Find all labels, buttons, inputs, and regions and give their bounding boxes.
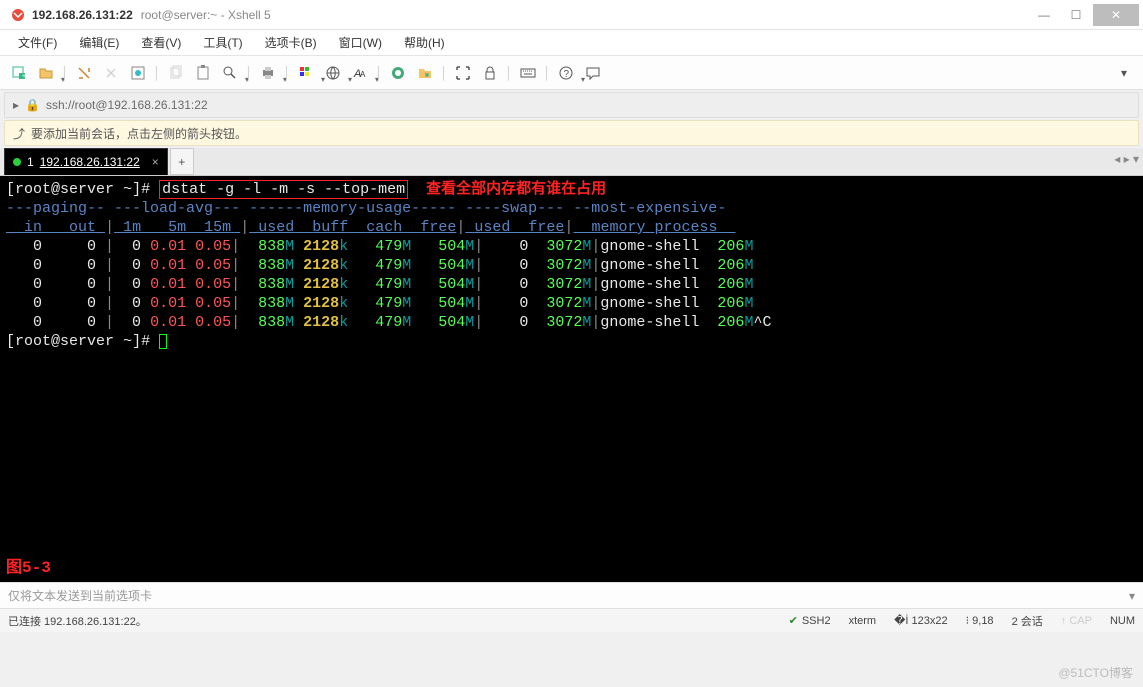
svg-text:?: ? xyxy=(564,69,570,80)
color-scheme-icon[interactable] xyxy=(293,60,319,86)
status-pos: ⁝ 9,18 xyxy=(966,614,994,627)
separator: │ xyxy=(439,60,449,86)
separator: │ xyxy=(542,60,552,86)
menu-window[interactable]: 窗口(W) xyxy=(329,30,392,55)
terminal[interactable]: [root@server ~]# dstat -g -l -m -s --top… xyxy=(0,176,1143,582)
input-dropdown-icon[interactable]: ▾ xyxy=(1129,589,1135,603)
tab-index: 1 xyxy=(27,155,34,169)
status-dot-icon xyxy=(13,158,21,166)
data-row: 0 0 | 0 0.01 0.05| 838M 2128k 479M 504M|… xyxy=(6,276,753,293)
tab-bar: 1 192.168.26.131:22 × + ◂ ▸ ▾ xyxy=(0,148,1143,176)
menu-tools[interactable]: 工具(T) xyxy=(193,30,252,55)
lock-icon: 🔒 xyxy=(25,98,40,112)
address-bar[interactable]: ▸ 🔒 ssh://root@192.168.26.131:22 xyxy=(4,92,1139,118)
menu-edit[interactable]: 编辑(E) xyxy=(69,30,129,55)
close-button[interactable]: ✕ xyxy=(1093,4,1139,26)
separator: │ xyxy=(282,60,292,86)
status-size: �İ 123x22 xyxy=(894,614,948,627)
status-connected: 已连接 192.168.26.131:22。 xyxy=(8,613,147,629)
prompt-line-2: [root@server ~]# xyxy=(6,333,167,350)
font-icon[interactable]: AA xyxy=(347,60,373,86)
minimize-button[interactable]: — xyxy=(1029,4,1059,26)
input-bar[interactable]: 仅将文本发送到当前选项卡 ▾ xyxy=(0,582,1143,608)
xagent-icon[interactable] xyxy=(385,60,411,86)
menu-file[interactable]: 文件(F) xyxy=(8,30,67,55)
xftp-icon[interactable] xyxy=(412,60,438,86)
copy-icon[interactable] xyxy=(163,60,189,86)
figure-label: 图5-3 xyxy=(6,559,51,578)
header-cols: in out | 1m 5m 15m | used buff cach free… xyxy=(6,219,736,236)
tab-label: 192.168.26.131:22 xyxy=(40,155,140,169)
watermark: @51CTO博客 xyxy=(1058,664,1133,681)
status-sessions: 2 会话 xyxy=(1012,613,1043,629)
separator: │ xyxy=(60,60,70,86)
menu-help[interactable]: 帮助(H) xyxy=(394,30,455,55)
status-term: xterm xyxy=(849,615,877,627)
addr-arrow-icon[interactable]: ▸ xyxy=(13,98,19,112)
data-row: 0 0 | 0 0.01 0.05| 838M 2128k 479M 504M|… xyxy=(6,295,753,312)
lock-icon[interactable] xyxy=(477,60,503,86)
open-session-icon[interactable] xyxy=(33,60,59,86)
paste-icon[interactable] xyxy=(190,60,216,86)
disconnect-icon[interactable] xyxy=(98,60,124,86)
keyboard-icon[interactable] xyxy=(515,60,541,86)
reconnect-icon[interactable] xyxy=(71,60,97,86)
titlebar: 192.168.26.131:22 root@server:~ - Xshell… xyxy=(0,0,1143,30)
status-proto: ✔SSH2 xyxy=(789,614,831,627)
tab-nav-icons[interactable]: ◂ ▸ ▾ xyxy=(1114,152,1139,166)
tip-bar: ⤴ 要添加当前会话，点击左侧的箭头按钮。 xyxy=(4,120,1139,146)
menubar: 文件(F) 编辑(E) 查看(V) 工具(T) 选项卡(B) 窗口(W) 帮助(… xyxy=(0,30,1143,56)
status-bar: 已连接 192.168.26.131:22。 ✔SSH2 xterm �İ 12… xyxy=(0,608,1143,632)
status-num: NUM xyxy=(1110,615,1135,627)
chat-icon[interactable] xyxy=(580,60,606,86)
data-row: 0 0 | 0 0.01 0.05| 838M 2128k 479M 504M|… xyxy=(6,314,771,331)
menu-view[interactable]: 查看(V) xyxy=(131,30,191,55)
data-rows: 0 0 | 0 0.01 0.05| 838M 2128k 479M 504M|… xyxy=(6,237,1137,332)
window-title-sub: root@server:~ - Xshell 5 xyxy=(141,8,271,22)
separator: │ xyxy=(374,60,384,86)
session-tab[interactable]: 1 192.168.26.131:22 × xyxy=(4,148,168,175)
separator: │ xyxy=(152,60,162,86)
address-url: ssh://root@192.168.26.131:22 xyxy=(46,98,208,112)
tip-text: 要添加当前会话，点击左侧的箭头按钮。 xyxy=(31,125,247,142)
properties-icon[interactable] xyxy=(125,60,151,86)
help-icon[interactable]: ? xyxy=(553,60,579,86)
toolbar: + │ │ │ │ AA │ │ │ │ ? ▾ xyxy=(0,56,1143,90)
new-session-icon[interactable]: + xyxy=(6,60,32,86)
encoding-icon[interactable] xyxy=(320,60,346,86)
tab-close-icon[interactable]: × xyxy=(152,155,159,169)
window-title-main: 192.168.26.131:22 xyxy=(32,8,133,22)
fullscreen-icon[interactable] xyxy=(450,60,476,86)
header-groups: ---paging-- ---load-avg--- ------memory-… xyxy=(6,200,726,217)
status-caps: ↑ CAP xyxy=(1061,615,1092,627)
data-row: 0 0 | 0 0.01 0.05| 838M 2128k 479M 504M|… xyxy=(6,238,753,255)
add-tab-button[interactable]: + xyxy=(170,148,194,175)
toolbar-dropdown-icon[interactable]: ▾ xyxy=(1111,60,1137,86)
data-row: 0 0 | 0 0.01 0.05| 838M 2128k 479M 504M|… xyxy=(6,257,753,274)
prompt-line: [root@server ~]# dstat -g -l -m -s --top… xyxy=(6,180,606,199)
app-icon xyxy=(10,7,26,23)
maximize-button[interactable]: ☐ xyxy=(1061,4,1091,26)
separator: │ xyxy=(504,60,514,86)
input-placeholder: 仅将文本发送到当前选项卡 xyxy=(8,587,152,604)
svg-text:A: A xyxy=(360,70,366,79)
svg-text:+: + xyxy=(22,73,26,80)
find-icon[interactable] xyxy=(217,60,243,86)
print-icon[interactable] xyxy=(255,60,281,86)
separator: │ xyxy=(244,60,254,86)
menu-tabs[interactable]: 选项卡(B) xyxy=(255,30,327,55)
tip-arrow-icon[interactable]: ⤴ xyxy=(13,125,25,142)
